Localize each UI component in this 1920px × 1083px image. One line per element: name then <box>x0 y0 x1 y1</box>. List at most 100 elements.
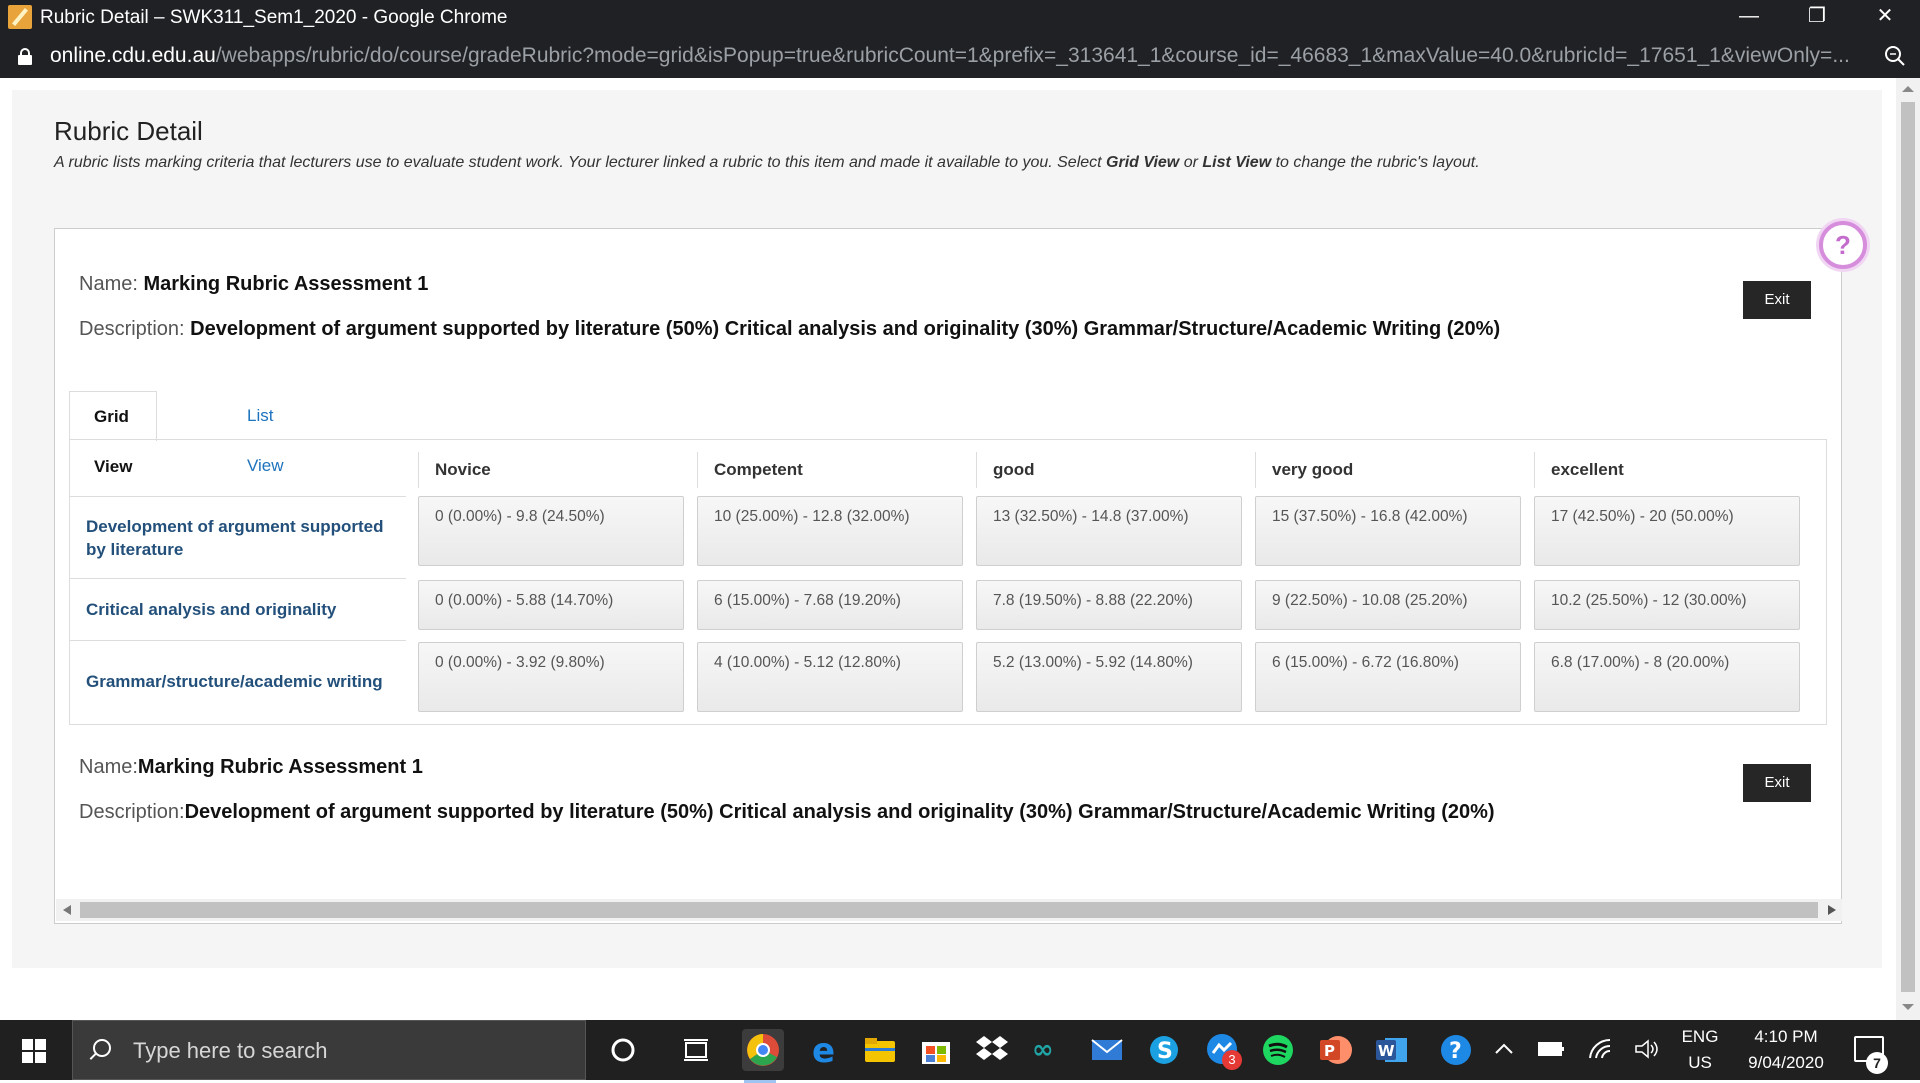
name-label: Name: <box>79 273 138 295</box>
language-indicator[interactable]: ENG US <box>1670 1027 1730 1073</box>
url-field[interactable]: online.cdu.edu.au/webapps/rubric/do/cour… <box>50 44 1850 68</box>
rubric-cell[interactable]: 10 (25.00%) - 12.8 (32.00%) <box>697 496 963 566</box>
messenger-icon[interactable]: 3 <box>1204 1032 1242 1070</box>
desc-prefix: A rubric lists marking criteria that lec… <box>54 154 1107 171</box>
task-view-icon[interactable] <box>678 1032 714 1068</box>
rubric-cell[interactable]: 6 (15.00%) - 7.68 (19.20%) <box>697 580 963 630</box>
rubric-description-top: Description: Development of argument sup… <box>79 318 1500 341</box>
rubric-cell[interactable]: 10.2 (25.50%) - 12 (30.00%) <box>1534 580 1800 630</box>
vertical-scroll-thumb[interactable] <box>1901 102 1915 992</box>
vertical-scrollbar[interactable] <box>1896 78 1920 1020</box>
url-host: online.cdu.edu.au <box>50 44 216 67</box>
svg-text:W: W <box>1378 1042 1395 1060</box>
svg-text:?: ? <box>1449 1039 1462 1064</box>
notification-count: 7 <box>1866 1052 1888 1074</box>
close-button[interactable]: ✕ <box>1852 0 1918 34</box>
search-placeholder: Type here to search <box>133 1038 328 1063</box>
level-header: Novice <box>418 452 646 488</box>
rubric-name: Marking Rubric Assessment 1 <box>143 273 429 295</box>
taskbar-search[interactable]: Type here to search <box>72 1020 586 1080</box>
wifi-icon[interactable] <box>1588 1038 1614 1060</box>
windows-start-icon[interactable] <box>22 1039 46 1063</box>
description-label: Description: <box>79 318 185 340</box>
exit-button-top[interactable]: Exit <box>1743 281 1811 319</box>
dropbox-icon[interactable] <box>974 1032 1010 1068</box>
rubric-detail-panel: Rubric Detail A rubric lists marking cri… <box>12 90 1882 968</box>
edge-icon[interactable]: e <box>806 1032 842 1068</box>
chevron-up-icon[interactable] <box>1494 1042 1514 1056</box>
svg-text:e: e <box>812 1032 835 1068</box>
volume-icon[interactable] <box>1634 1038 1660 1060</box>
rubric-description: Development of argument supported by lit… <box>190 318 1501 340</box>
rubric-cell[interactable]: 9 (22.50%) - 10.08 (25.20%) <box>1255 580 1521 630</box>
mail-icon[interactable] <box>1089 1032 1125 1068</box>
rubric-cell[interactable]: 4 (10.00%) - 5.12 (12.80%) <box>697 642 963 712</box>
minimize-button[interactable]: — <box>1716 0 1782 34</box>
address-bar[interactable]: online.cdu.edu.au/webapps/rubric/do/cour… <box>0 38 1920 74</box>
browser-titlebar: Rubric Detail – SWK311_Sem1_2020 - Googl… <box>0 0 1920 78</box>
clock-date: 9/04/2020 <box>1748 1053 1824 1072</box>
rubric-cell[interactable]: 17 (42.50%) - 20 (50.00%) <box>1534 496 1800 566</box>
rubric-description: Development of argument supported by lit… <box>184 801 1495 823</box>
keyboard-region: US <box>1688 1053 1712 1072</box>
scroll-left-icon[interactable] <box>63 905 71 915</box>
scroll-right-icon[interactable] <box>1828 905 1836 915</box>
help-app-icon[interactable]: ? <box>1438 1032 1474 1068</box>
spotify-icon[interactable] <box>1260 1032 1296 1068</box>
desc-grid-view: Grid View <box>1106 154 1180 171</box>
page-favicon-icon <box>8 5 32 29</box>
help-icon[interactable]: ? <box>1819 221 1867 269</box>
rubric-cell[interactable]: 6 (15.00%) - 6.72 (16.80%) <box>1255 642 1521 712</box>
rubric-cell[interactable]: 7.8 (19.50%) - 8.88 (22.20%) <box>976 580 1242 630</box>
word-icon[interactable]: W <box>1373 1032 1409 1068</box>
scroll-up-icon[interactable] <box>1902 86 1914 92</box>
store-icon[interactable] <box>918 1032 954 1068</box>
page-description: A rubric lists marking criteria that lec… <box>54 154 1854 172</box>
description-label: Description: <box>79 801 185 823</box>
name-label: Name: <box>79 756 138 778</box>
lock-icon[interactable] <box>18 48 32 65</box>
rubric-cell[interactable]: 0 (0.00%) - 5.88 (14.70%) <box>418 580 684 630</box>
tab-grid-view[interactable]: Grid View <box>69 391 158 476</box>
powerpoint-icon[interactable]: P <box>1317 1032 1353 1068</box>
arduino-icon[interactable]: ∞ <box>1032 1032 1068 1068</box>
rubric-name-top: Name: Marking Rubric Assessment 1 <box>79 273 428 296</box>
rubric-description-bottom: Description:Development of argument supp… <box>79 801 1495 824</box>
zoom-icon[interactable] <box>1884 45 1906 67</box>
clock-time: 4:10 PM <box>1754 1027 1818 1046</box>
level-header: Competent <box>697 452 925 488</box>
tab-list-view[interactable]: List View <box>223 391 308 475</box>
rubric-cell[interactable]: 13 (32.50%) - 14.8 (37.00%) <box>976 496 1242 566</box>
cortana-icon[interactable] <box>605 1032 641 1068</box>
svg-text:∞: ∞ <box>1032 1035 1054 1065</box>
exit-button-bottom[interactable]: Exit <box>1743 764 1811 802</box>
rubric-cell[interactable]: 0 (0.00%) - 9.8 (24.50%) <box>418 496 684 566</box>
rubric-name: Marking Rubric Assessment 1 <box>137 756 423 778</box>
level-header: good <box>976 452 1204 488</box>
windows-taskbar: Type here to search e ∞ S 3 P W ? ENG US… <box>0 1020 1920 1083</box>
level-header: very good <box>1255 452 1483 488</box>
rubric-cell[interactable]: 15 (37.50%) - 16.8 (42.00%) <box>1255 496 1521 566</box>
file-explorer-icon[interactable] <box>862 1032 898 1068</box>
horizontal-scroll-thumb[interactable] <box>80 902 1818 918</box>
messenger-badge: 3 <box>1222 1050 1242 1070</box>
rubric-name-bottom: Name:Marking Rubric Assessment 1 <box>79 756 423 779</box>
page-title: Rubric Detail <box>54 116 203 146</box>
svg-text:P: P <box>1324 1042 1335 1060</box>
desc-suffix: to change the rubric's layout. <box>1271 154 1480 171</box>
rubric-cell[interactable]: 0 (0.00%) - 3.92 (9.80%) <box>418 642 684 712</box>
battery-icon[interactable] <box>1538 1040 1566 1058</box>
chrome-icon[interactable] <box>742 1029 784 1083</box>
criterion-label: Critical analysis and originality <box>70 578 406 640</box>
rubric-container: ? Name: Marking Rubric Assessment 1 Exit… <box>54 221 1867 924</box>
scroll-down-icon[interactable] <box>1902 1004 1914 1010</box>
rubric-cell[interactable]: 6.8 (17.00%) - 8 (20.00%) <box>1534 642 1800 712</box>
url-path: /webapps/rubric/do/course/gradeRubric?mo… <box>215 44 1850 67</box>
horizontal-scrollbar[interactable] <box>56 899 1842 921</box>
restore-button[interactable]: ❐ <box>1784 0 1850 34</box>
language-code: ENG <box>1681 1027 1719 1046</box>
chrome-logo <box>747 1034 779 1066</box>
rubric-cell[interactable]: 5.2 (13.00%) - 5.92 (14.80%) <box>976 642 1242 712</box>
skype-icon[interactable]: S <box>1146 1032 1182 1068</box>
clock[interactable]: 4:10 PM 9/04/2020 <box>1738 1027 1834 1073</box>
